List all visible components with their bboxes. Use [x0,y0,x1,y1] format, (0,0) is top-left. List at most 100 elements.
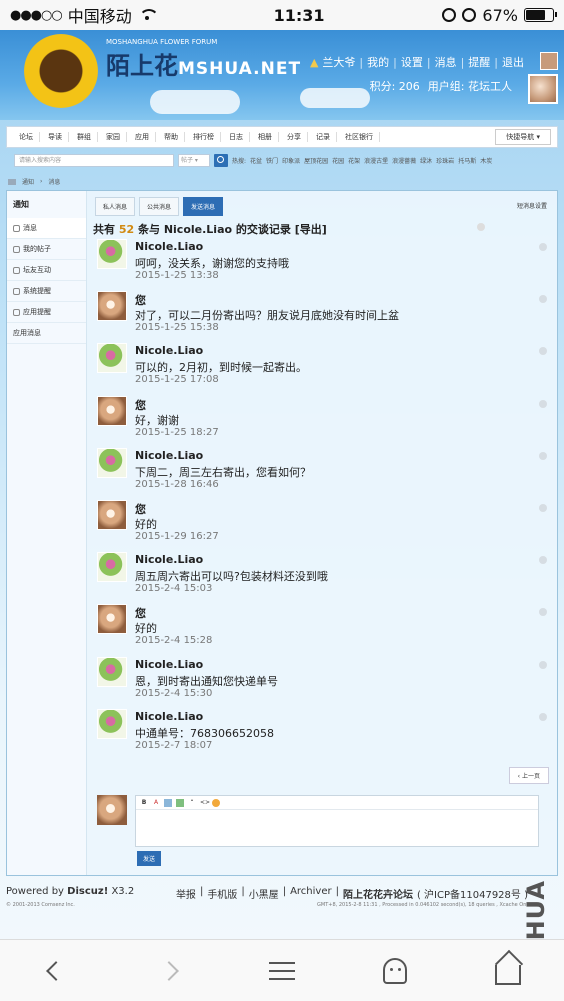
hot-term[interactable]: 浪漫古堡 [364,156,388,165]
delete-icon[interactable] [539,608,547,617]
image-icon[interactable] [164,798,172,807]
hot-term[interactable]: 印象派 [282,156,300,165]
user-nav-mine[interactable]: 我的 [367,54,389,70]
footer-link[interactable]: 举报 [176,886,196,901]
sender-name[interactable]: 您 [135,501,146,517]
nav-item[interactable]: 帮助 [158,132,185,142]
home-icon[interactable] [8,178,16,185]
close-icon[interactable] [477,223,485,231]
sender-name[interactable]: Nicole.Liao [135,553,203,566]
search-button[interactable] [214,153,228,167]
points-label[interactable]: 积分: 206 [370,78,420,94]
delete-icon[interactable] [539,347,547,356]
export-link[interactable]: [导出] [295,223,327,236]
user-nav-settings[interactable]: 设置 [401,54,423,70]
sender-name[interactable]: 您 [135,605,146,621]
hot-term[interactable]: 屋顶花园 [304,156,328,165]
send-button[interactable]: 发送 [137,851,162,866]
smiley-icon[interactable] [212,798,220,807]
nav-item[interactable]: 论坛 [13,132,40,142]
footer-link[interactable]: 小黑屋 [249,886,279,901]
site-logo[interactable]: MOSHANGHUA FLOWER FORUM 陌上花MSHUA.NET [106,38,301,81]
delete-icon[interactable] [539,399,547,408]
hot-term[interactable]: 花架 [348,156,360,165]
hot-term[interactable]: 珍珠岩 [436,156,454,165]
quick-nav-dropdown[interactable]: 快捷导航 ▾ [495,129,551,145]
sidebar-item-interactions[interactable]: 坛友互动 [7,260,86,281]
sender-name[interactable]: Nicole.Liao [135,710,203,723]
footer-link[interactable]: Archiver [290,886,332,901]
sender-avatar[interactable] [97,604,127,635]
home-button[interactable] [488,951,528,991]
sender-avatar[interactable] [97,447,127,478]
sender-name[interactable]: 您 [135,292,146,308]
hot-term[interactable]: 托马斯 [458,156,476,165]
user-nav-logout[interactable]: 退出 [502,54,524,70]
nav-item[interactable]: 相册 [252,132,279,142]
font-color-icon[interactable]: A [152,799,160,807]
nav-item[interactable]: 日志 [223,132,250,142]
menu-button[interactable] [262,951,302,991]
back-button[interactable] [36,951,76,991]
sender-name[interactable]: Nicole.Liao [135,344,203,357]
sidebar-item-app-messages[interactable]: 应用消息 [7,323,86,344]
tabs-button[interactable] [375,951,415,991]
hot-term[interactable]: 花园 [332,156,344,165]
sidebar-item-messages[interactable]: 消息 [7,218,86,239]
sender-name[interactable]: Nicole.Liao [135,240,203,253]
sender-avatar[interactable] [97,395,127,426]
bold-icon[interactable]: B [140,799,148,807]
sender-avatar[interactable] [97,552,127,583]
delete-icon[interactable] [539,504,547,512]
sender-avatar[interactable] [97,656,127,687]
delete-icon[interactable] [539,712,547,721]
picture-icon[interactable] [176,798,184,807]
nav-item[interactable]: 导读 [42,132,69,142]
delete-icon[interactable] [539,660,547,669]
quote-icon[interactable]: “ [188,799,196,807]
nav-item[interactable]: 家园 [100,132,127,142]
sender-avatar[interactable] [97,291,127,322]
reply-editor[interactable]: B A “ <> [135,795,539,847]
hot-term[interactable]: 绿沐 [420,156,432,165]
sender-name[interactable]: Nicole.Liao [135,658,203,671]
footer-icp[interactable]: ( 沪ICP备11047928号 ) [417,886,528,901]
forward-button[interactable] [149,951,189,991]
hot-term[interactable]: 木炭 [480,156,492,165]
sender-name[interactable]: Nicole.Liao [135,449,203,462]
footer-link[interactable]: 陌上花花卉论坛 [343,886,413,901]
powered-brand[interactable]: Discuz! [67,886,108,897]
code-icon[interactable]: <> [200,799,210,807]
sender-avatar[interactable] [97,708,127,739]
user-nav-reminders[interactable]: 提醒 [468,54,490,70]
breadcrumb-item[interactable]: 通知 [22,177,34,186]
nav-item[interactable]: 排行榜 [187,132,221,142]
tab-private[interactable]: 私人消息 [95,197,136,216]
delete-icon[interactable] [539,451,547,460]
hot-term[interactable]: 浪漫蔷薇 [392,156,416,165]
user-avatar[interactable] [528,74,558,104]
hot-term[interactable]: 花盆 [250,156,262,165]
nav-item[interactable]: 分享 [281,132,308,142]
delete-icon[interactable] [539,243,547,251]
sidebar-item-system[interactable]: 系统提醒 [7,281,86,302]
message-settings-link[interactable]: 短消息设置 [517,201,547,210]
hot-term[interactable]: 铁门 [266,156,278,165]
tab-send[interactable]: 发送消息 [183,197,224,216]
sender-avatar[interactable] [97,343,127,374]
search-input[interactable]: 请输入搜索内容 [14,153,174,167]
nav-item[interactable]: 群组 [71,132,98,142]
mini-avatar[interactable] [540,52,558,70]
tab-public[interactable]: 公共消息 [139,197,180,216]
search-type-select[interactable]: 帖子 ▾ [178,153,210,167]
prev-page-button[interactable]: ‹ 上一页 [508,767,549,784]
user-group-label[interactable]: 用户组: 花坛工人 [428,78,512,94]
delete-icon[interactable] [539,295,547,304]
sender-name[interactable]: 您 [135,397,146,413]
sidebar-item-my-posts[interactable]: 我的帖子 [7,239,86,260]
nav-item[interactable]: 记录 [310,132,337,142]
nav-item[interactable]: 社区银行 [339,132,380,142]
sidebar-item-app-reminders[interactable]: 应用提醒 [7,302,86,323]
delete-icon[interactable] [539,556,547,565]
footer-link[interactable]: 手机版 [207,886,237,901]
